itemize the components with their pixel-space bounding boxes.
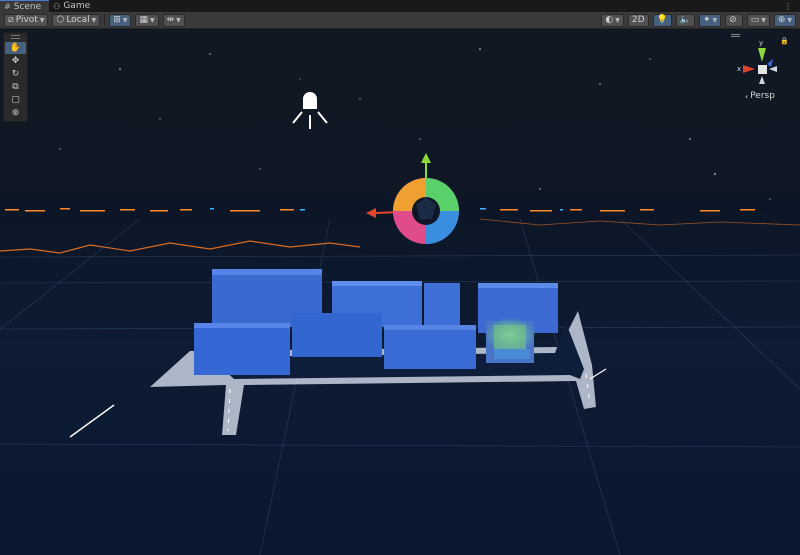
move-tool[interactable]: ✥ [5, 55, 26, 67]
hidden-objects-toggle[interactable]: ⊘ [725, 13, 743, 27]
scene-viewport[interactable]: ✋ ✥ ↻ ⧉ ▢ ⊛ 🔒 y x ‹ Persp [0, 29, 800, 555]
grid-visibility-dropdown[interactable]: ▦ ▼ [135, 13, 159, 27]
chevron-left-icon: ‹ [745, 91, 749, 101]
audio-toggle[interactable]: 🔈 [675, 13, 695, 27]
grid-snap-icon: ⊞ [113, 15, 121, 25]
camera-transform-gizmo [366, 153, 459, 244]
tab-game[interactable]: ⚇ Game [49, 0, 98, 12]
local-label: Local [66, 15, 90, 25]
projection-label: Persp [750, 91, 775, 101]
gizmo-globe-icon: ⊕ [777, 15, 786, 25]
gizmos-dropdown[interactable]: ⊕ ▼ [773, 13, 796, 27]
gizmo-y-label: y [759, 39, 763, 47]
eye-slash-icon: ⊘ [729, 15, 737, 25]
chevron-down-icon: ▼ [761, 16, 766, 24]
effects-icon: ✦ [702, 15, 711, 25]
speaker-icon: 🔈 [679, 15, 691, 25]
tab-scene[interactable]: # Scene [0, 0, 50, 12]
scene-toolbar: ⧄ Pivot ▼ ⬡ Local ▼ ⊞ ▼ ▦ ▼ ⇹ ▼ ◐ ▼ 2D 💡… [0, 12, 800, 29]
gizmo-z-axis[interactable] [767, 59, 773, 67]
rect-tool[interactable]: ▢ [5, 94, 26, 106]
chevron-down-icon: ▼ [176, 16, 181, 24]
increment-snap-dropdown[interactable]: ⇹ ▼ [162, 13, 185, 27]
scene-render [0, 48, 800, 555]
rect-icon: ▢ [11, 95, 20, 105]
rotate-icon: ↻ [11, 69, 20, 79]
pivot-icon: ⧄ [8, 15, 14, 25]
chevron-down-icon: ▼ [615, 16, 620, 24]
snap-increment-icon: ⇹ [166, 15, 175, 25]
projection-toggle[interactable]: ‹ Persp [745, 91, 775, 101]
transform-icon: ⊛ [11, 108, 20, 118]
pivot-label: Pivot [15, 15, 38, 25]
scene-window: # Scene ⚇ Game ⋮ ⧄ Pivot ▼ ⬡ Local ▼ ⊞ ▼… [0, 0, 800, 555]
camera-dropdown[interactable]: ▭ ▼ [746, 13, 770, 27]
overlay-grip[interactable] [11, 35, 20, 39]
hand-tool[interactable]: ✋ [5, 42, 26, 54]
hand-icon: ✋ [9, 43, 22, 53]
tools-overlay: ✋ ✥ ↻ ⧉ ▢ ⊛ [3, 32, 28, 122]
gizmo-neg-y-axis[interactable] [759, 76, 765, 84]
draw-mode-dropdown[interactable]: ◐ ▼ [601, 13, 624, 27]
rotate-tool[interactable]: ↻ [5, 68, 26, 80]
scale-tool[interactable]: ⧉ [5, 81, 26, 93]
gizmo-center-cube[interactable] [758, 65, 767, 74]
shading-sphere-icon: ◐ [605, 15, 614, 25]
tab-scene-label: Scene [13, 1, 42, 12]
gizmo-x-axis[interactable] [743, 65, 755, 73]
camera-icon: ▭ [750, 15, 760, 25]
kebab-icon: ⋮ [784, 1, 792, 11]
more-menu-button[interactable]: ⋮ [780, 0, 800, 12]
chevron-down-icon: ▼ [712, 16, 718, 24]
gizmo-x-label: x [737, 65, 741, 73]
tab-game-label: Game [63, 1, 91, 11]
lightbulb-icon: 💡 [656, 15, 668, 25]
ground-grid [0, 218, 800, 555]
lighting-toggle[interactable]: 💡 [652, 13, 672, 27]
transform-tool[interactable]: ⊛ [5, 107, 26, 119]
gamepad-icon: ⚇ [53, 1, 61, 11]
grid-snapping-dropdown[interactable]: ⊞ ▼ [109, 13, 132, 27]
effects-dropdown[interactable]: ✦ ▼ [698, 13, 722, 27]
two-d-toggle[interactable]: 2D [627, 13, 649, 27]
chevron-down-icon: ▼ [39, 16, 45, 24]
gizmo-neg-x-axis[interactable] [769, 66, 777, 72]
stars [59, 48, 771, 200]
local-dropdown[interactable]: ⬡ Local ▼ [52, 13, 101, 27]
scale-icon: ⧉ [12, 82, 19, 92]
move-arrows-icon: ✥ [11, 56, 20, 66]
grid-icon: ▦ [139, 15, 148, 25]
chevron-down-icon: ▼ [787, 16, 792, 24]
chevron-down-icon: ▼ [91, 16, 97, 24]
two-d-label: 2D [631, 15, 645, 25]
gizmo-y-axis[interactable] [758, 48, 766, 62]
tab-bar: # Scene ⚇ Game ⋮ [0, 0, 800, 12]
toolbar-separator [104, 14, 106, 26]
chevron-down-icon: ▼ [122, 16, 128, 24]
cube-icon: ⬡ [56, 15, 65, 25]
pivot-dropdown[interactable]: ⧄ Pivot ▼ [4, 13, 49, 27]
light-icon [292, 92, 328, 129]
grid-icon: # [4, 2, 11, 11]
chevron-down-icon: ▼ [149, 16, 155, 24]
